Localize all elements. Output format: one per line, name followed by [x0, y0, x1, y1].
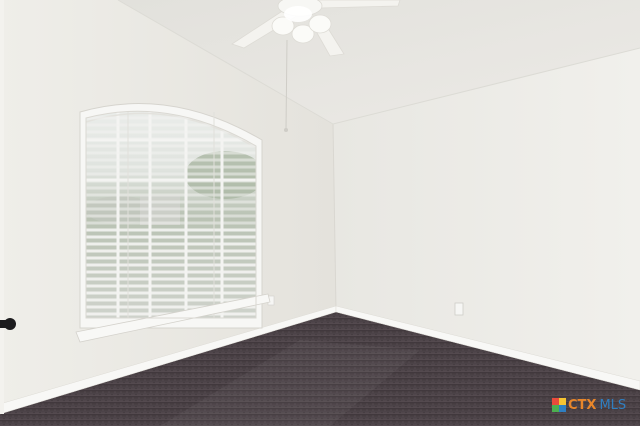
watermark-brand: CTX [568, 397, 597, 413]
mls-watermark: CTX MLS [552, 395, 626, 415]
room-photo: CTX MLS [0, 0, 640, 426]
watermark-suffix: MLS [599, 397, 627, 413]
fan-light-right [308, 14, 332, 34]
wall-outlet [454, 302, 464, 316]
ctx-logo-icon [552, 398, 566, 412]
door-edge [0, 0, 4, 414]
room-illustration [0, 0, 640, 426]
